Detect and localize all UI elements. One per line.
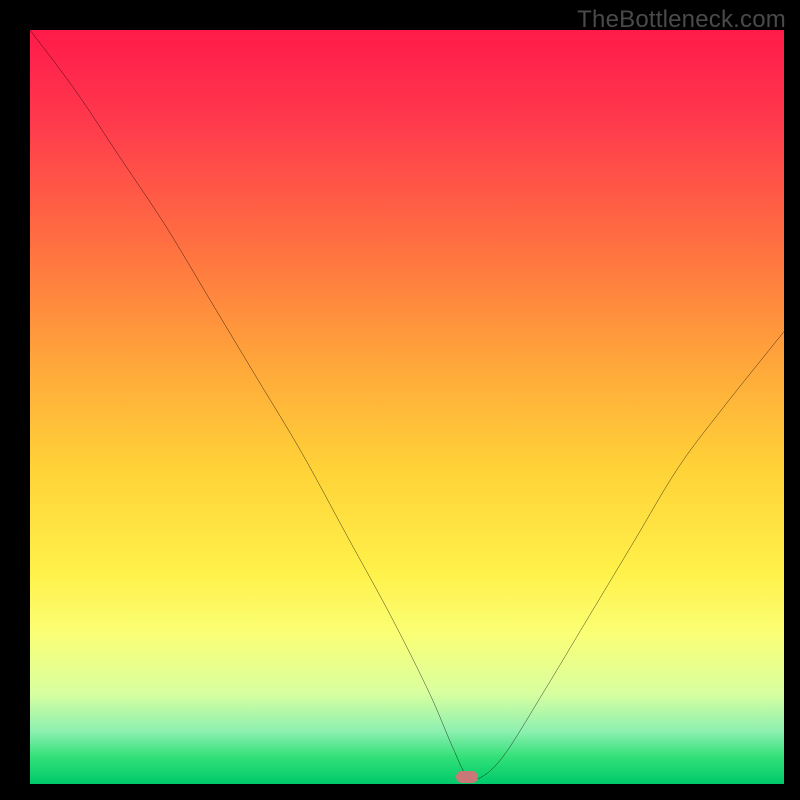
bottleneck-curve (30, 30, 784, 784)
chart-plot-area (30, 30, 784, 784)
watermark-text: TheBottleneck.com (577, 6, 786, 34)
optimal-point-marker (456, 771, 478, 783)
